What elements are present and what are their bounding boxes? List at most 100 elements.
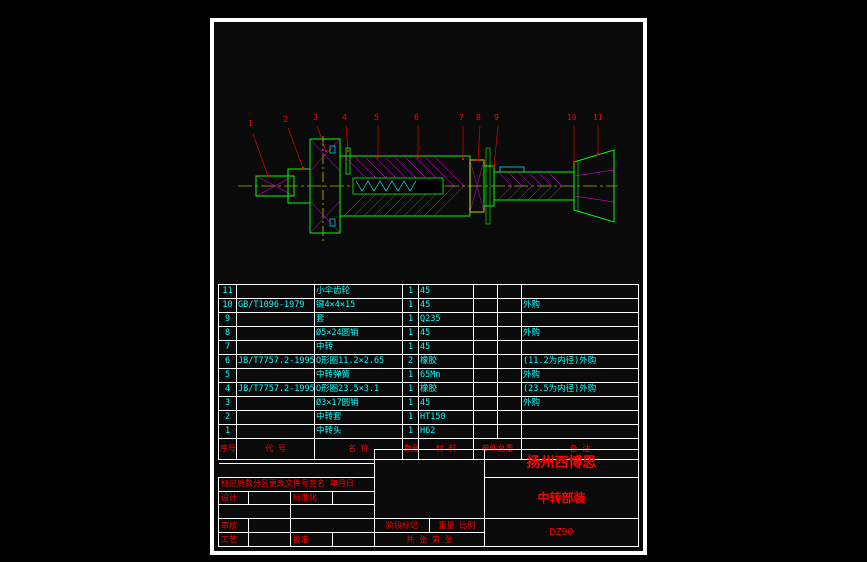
- bom-cell-note: (11.2为内径)外购: [522, 355, 639, 369]
- bom-cell-idx: 11: [219, 285, 237, 299]
- ref-5: 5: [374, 114, 379, 122]
- bom-cell-idx: 2: [219, 411, 237, 425]
- bom-row: 7中转145: [219, 341, 639, 355]
- bom-cell-idx: 3: [219, 397, 237, 411]
- bom-cell-wt1: [474, 397, 498, 411]
- bom-cell-idx: 10: [219, 299, 237, 313]
- ref-6: 6: [414, 114, 419, 122]
- bom-cell-code: JB/T7757.2-1995: [237, 383, 315, 397]
- ref-7: 7: [459, 114, 464, 122]
- bom-cell-wt1: [474, 285, 498, 299]
- bom-cell-code: [237, 341, 315, 355]
- bom-cell-idx: 9: [219, 313, 237, 327]
- bom-cell-name: 中转: [315, 341, 403, 355]
- bom-cell-mat: 45: [419, 327, 474, 341]
- bom-cell-wt1: [474, 425, 498, 439]
- bom-cell-qty: 1: [403, 397, 419, 411]
- bom-cell-name: 中转头: [315, 425, 403, 439]
- bom-cell-code: [237, 425, 315, 439]
- ref-9: 9: [494, 114, 499, 122]
- bom-cell-note: [522, 285, 639, 299]
- bom-cell-qty: 1: [403, 383, 419, 397]
- bom-cell-wt1: [474, 327, 498, 341]
- bom-cell-wt2: [498, 369, 522, 383]
- bom-row: 11 小伞齿轮145: [219, 285, 639, 299]
- bom-row: 2中转套1HT150: [219, 411, 639, 425]
- bom-cell-code: [237, 369, 315, 383]
- bom-cell-code: [237, 411, 315, 425]
- ref-10: 10: [567, 114, 577, 122]
- ref-2: 2: [283, 116, 288, 124]
- bom-cell-qty: 1: [403, 341, 419, 355]
- ref-8: 8: [476, 114, 481, 122]
- bom-cell-qty: 1: [403, 327, 419, 341]
- ref-4: 4: [342, 114, 347, 122]
- bom-cell-name: 小伞齿轮: [315, 285, 403, 299]
- bom-row: 1中转头1H62: [219, 425, 639, 439]
- bom-cell-code: [237, 327, 315, 341]
- bom-cell-mat: 橡胶: [419, 355, 474, 369]
- bom-cell-qty: 1: [403, 425, 419, 439]
- bom-cell-wt2: [498, 355, 522, 369]
- bom-cell-wt2: [498, 383, 522, 397]
- stage-label: 阶段标记: [375, 519, 430, 533]
- bom-cell-idx: 5: [219, 369, 237, 383]
- bom-cell-note: 外购: [522, 327, 639, 341]
- bom-cell-wt1: [474, 411, 498, 425]
- bom-cell-code: [237, 397, 315, 411]
- bom-cell-note: [522, 341, 639, 355]
- bom-cell-wt2: [498, 313, 522, 327]
- bom-row: 5中转弹簧165Mn外购: [219, 369, 639, 383]
- bom-cell-note: [522, 411, 639, 425]
- assembly-section-view: [218, 26, 638, 284]
- bom-row: 6JB/T7757.2-1995O形圈11.2×2.652橡胶(11.2为内径)…: [219, 355, 639, 369]
- scale-label: 比例: [459, 521, 475, 530]
- bom-cell-wt1: [474, 355, 498, 369]
- bom-cell-mat: HT150: [419, 411, 474, 425]
- bom-cell-note: [522, 313, 639, 327]
- bom-cell-name: Ø3×17圆销: [315, 397, 403, 411]
- bom-row: 8 Ø5×24圆销145 外购: [219, 327, 639, 341]
- bom-row: 9套1Q235: [219, 313, 639, 327]
- bom-cell-idx: 4: [219, 383, 237, 397]
- review-label: 审核: [219, 519, 249, 533]
- approve-label: 批准: [291, 533, 333, 547]
- ref-1: 1: [248, 120, 253, 128]
- bom-cell-qty: 2: [403, 355, 419, 369]
- bom-cell-name: O形圈23.5×3.1: [315, 383, 403, 397]
- bom-cell-note: [522, 425, 639, 439]
- bom-cell-wt1: [474, 383, 498, 397]
- bom-cell-note: 外购: [522, 397, 639, 411]
- bom-cell-mat: 45: [419, 397, 474, 411]
- weight-label: 重量: [439, 521, 455, 530]
- bom-cell-wt2: [498, 425, 522, 439]
- bom-cell-code: [237, 313, 315, 327]
- bom-cell-wt2: [498, 327, 522, 341]
- bom-cell-note: 外购: [522, 369, 639, 383]
- bom-cell-idx: 7: [219, 341, 237, 355]
- bom-cell-note: (23.5为内径)外购: [522, 383, 639, 397]
- bom-cell-wt2: [498, 341, 522, 355]
- bom-cell-wt1: [474, 341, 498, 355]
- bom-cell-mat: 橡胶: [419, 383, 474, 397]
- bom-cell-code: [237, 285, 315, 299]
- bom-cell-name: O形圈11.2×2.65: [315, 355, 403, 369]
- ref-11: 11: [593, 114, 603, 122]
- standard-label: 标准化: [291, 491, 333, 505]
- bom-cell-note: 外购: [522, 299, 639, 313]
- bom-cell-wt2: [498, 411, 522, 425]
- bom-row: 10GB/T1096-1979键4×4×15145外购: [219, 299, 639, 313]
- company-name: 扬州西博思: [485, 450, 639, 478]
- bom-cell-mat: 65Mn: [419, 369, 474, 383]
- bom-cell-name: Ø5×24圆销: [315, 327, 403, 341]
- bom-cell-idx: 8: [219, 327, 237, 341]
- cad-viewport: 1 2 3 4 5 6 7 8 9 10 11 11小伞齿轮14510GB/T1…: [10, 8, 855, 553]
- bom-cell-mat: 45: [419, 285, 474, 299]
- bom-cell-qty: 1: [403, 285, 419, 299]
- bom-cell-mat: H62: [419, 425, 474, 439]
- process-label: 工艺: [219, 533, 249, 547]
- bom-cell-qty: 1: [403, 313, 419, 327]
- bom-cell-mat: Q235: [419, 313, 474, 327]
- bom-cell-qty: 1: [403, 411, 419, 425]
- bom-cell-mat: 45: [419, 299, 474, 313]
